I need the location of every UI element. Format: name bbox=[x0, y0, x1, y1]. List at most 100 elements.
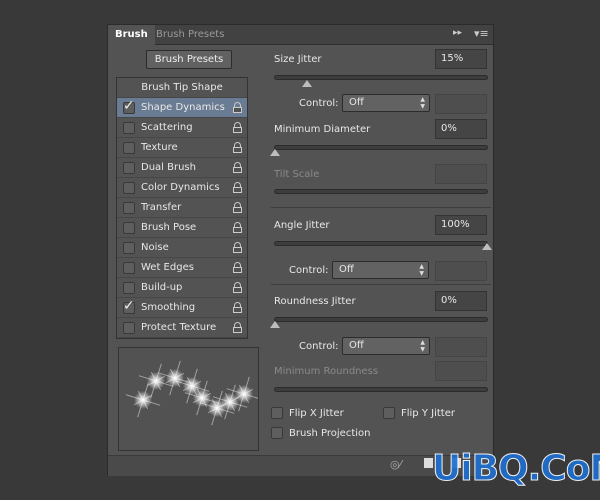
control-label-2: Control: bbox=[289, 265, 329, 276]
tilt-scale-input bbox=[435, 164, 487, 184]
checkbox[interactable] bbox=[123, 122, 135, 134]
list-item[interactable]: Wet Edges bbox=[117, 258, 247, 278]
size-jitter-slider-handle[interactable] bbox=[302, 80, 312, 87]
lock-icon[interactable] bbox=[233, 262, 242, 273]
tab-bar: Brush Brush Presets ▸▸ ▾≡ bbox=[108, 25, 493, 45]
brush-panel: Brush Brush Presets ▸▸ ▾≡ Brush Presets … bbox=[107, 24, 494, 476]
panel-menu-icon[interactable]: ▾≡ bbox=[474, 27, 489, 40]
tilt-scale-slider bbox=[274, 189, 488, 194]
list-item[interactable]: Build-up bbox=[117, 278, 247, 298]
roundness-jitter-input[interactable]: 0% bbox=[435, 291, 487, 311]
list-item-label: Transfer bbox=[141, 202, 182, 213]
control-select-3[interactable]: Off ▲ ▼ bbox=[342, 337, 430, 355]
list-item-label: Build-up bbox=[141, 282, 183, 293]
collapse-icon[interactable]: ▸▸ bbox=[453, 28, 462, 38]
list-item[interactable]: Color Dynamics bbox=[117, 178, 247, 198]
min-diameter-slider-handle[interactable] bbox=[270, 149, 280, 156]
lock-icon[interactable] bbox=[233, 202, 242, 213]
list-item[interactable]: Texture bbox=[117, 138, 247, 158]
roundness-jitter-slider-handle[interactable] bbox=[270, 321, 280, 328]
list-item-label: Protect Texture bbox=[141, 322, 217, 333]
list-item[interactable]: Dual Brush bbox=[117, 158, 247, 178]
min-diameter-slider[interactable] bbox=[274, 145, 488, 150]
list-item[interactable]: Scattering bbox=[117, 118, 247, 138]
roundness-jitter-label: Roundness Jitter bbox=[274, 296, 356, 307]
checkbox[interactable] bbox=[123, 222, 135, 234]
list-item[interactable]: Transfer bbox=[117, 198, 247, 218]
checkbox[interactable] bbox=[123, 262, 135, 274]
angle-jitter-label: Angle Jitter bbox=[274, 220, 330, 231]
checkbox[interactable] bbox=[123, 182, 135, 194]
list-item-label: Noise bbox=[141, 242, 169, 253]
brush-options-list: Brush Tip Shape ✓ Shape Dynamics Scatter… bbox=[116, 77, 248, 339]
size-jitter-input[interactable]: 15% bbox=[435, 49, 487, 69]
list-item-label: Texture bbox=[141, 142, 178, 153]
min-roundness-slider bbox=[274, 387, 488, 392]
checkbox[interactable] bbox=[123, 202, 135, 214]
size-jitter-label: Size Jitter bbox=[274, 54, 322, 65]
tab-brush-presets[interactable]: Brush Presets bbox=[149, 25, 231, 45]
angle-jitter-input[interactable]: 100% bbox=[435, 215, 487, 235]
updown-arrow-icon: ▲ ▼ bbox=[420, 339, 425, 353]
checkbox[interactable] bbox=[123, 242, 135, 254]
checkbox[interactable]: ✓ bbox=[123, 98, 135, 114]
control-select-1[interactable]: Off ▲ ▼ bbox=[342, 94, 430, 112]
lock-icon[interactable] bbox=[233, 102, 242, 113]
checkbox[interactable] bbox=[123, 142, 135, 154]
list-item[interactable]: Brush Pose bbox=[117, 218, 247, 238]
toggle-live-tip-icon[interactable]: ◎⁄ bbox=[390, 458, 401, 471]
list-item-label: Shape Dynamics bbox=[141, 102, 225, 113]
lock-icon[interactable] bbox=[233, 142, 242, 153]
list-item[interactable]: Noise bbox=[117, 238, 247, 258]
lock-icon[interactable] bbox=[233, 302, 242, 313]
flip-x-label: Flip X Jitter bbox=[289, 408, 344, 419]
updown-arrow-icon: ▲ ▼ bbox=[420, 96, 425, 110]
lock-icon[interactable] bbox=[233, 282, 242, 293]
list-item[interactable]: ✓ Smoothing bbox=[117, 298, 247, 318]
list-item[interactable]: ✓ Shape Dynamics bbox=[117, 98, 247, 118]
flip-x-checkbox[interactable] bbox=[271, 407, 283, 419]
flip-y-checkbox[interactable] bbox=[383, 407, 395, 419]
min-roundness-label: Minimum Roundness bbox=[274, 366, 379, 377]
checkbox[interactable] bbox=[123, 162, 135, 174]
min-diameter-label: Minimum Diameter bbox=[274, 124, 371, 135]
brush-tip-shape-item[interactable]: Brush Tip Shape bbox=[117, 78, 247, 98]
list-header-label: Brush Tip Shape bbox=[141, 82, 223, 93]
control-extra-field-3 bbox=[435, 337, 487, 357]
list-item[interactable]: Protect Texture bbox=[117, 318, 247, 338]
tilt-scale-label: Tilt Scale bbox=[274, 169, 320, 180]
control-label-3: Control: bbox=[299, 341, 339, 352]
checkbox[interactable]: ✓ bbox=[123, 298, 135, 314]
lock-icon[interactable] bbox=[233, 122, 242, 133]
list-item-label: Smoothing bbox=[141, 302, 196, 313]
list-item-label: Color Dynamics bbox=[141, 182, 220, 193]
list-item-label: Dual Brush bbox=[141, 162, 196, 173]
control-extra-field-1 bbox=[435, 94, 487, 114]
control-value: Off bbox=[349, 340, 364, 351]
lock-icon[interactable] bbox=[233, 322, 242, 333]
lock-icon[interactable] bbox=[233, 242, 242, 253]
tab-brush[interactable]: Brush bbox=[108, 25, 155, 45]
lock-icon[interactable] bbox=[233, 182, 242, 193]
checkbox[interactable] bbox=[123, 282, 135, 294]
brush-presets-button[interactable]: Brush Presets bbox=[146, 50, 232, 69]
lock-icon[interactable] bbox=[233, 222, 242, 233]
control-value: Off bbox=[339, 264, 354, 275]
checkmark-icon: ✓ bbox=[123, 298, 135, 314]
checkbox[interactable] bbox=[123, 322, 135, 334]
divider bbox=[271, 284, 491, 285]
lock-icon[interactable] bbox=[233, 162, 242, 173]
checkmark-icon: ✓ bbox=[123, 98, 135, 114]
angle-jitter-slider-handle[interactable] bbox=[482, 243, 492, 250]
brush-projection-checkbox[interactable] bbox=[271, 427, 283, 439]
list-item-label: Scattering bbox=[141, 122, 193, 133]
control-select-2[interactable]: Off ▲ ▼ bbox=[332, 261, 429, 279]
angle-jitter-slider[interactable] bbox=[274, 241, 488, 246]
brush-projection-label: Brush Projection bbox=[289, 428, 371, 439]
sparkle-stroke-preview bbox=[125, 360, 262, 426]
min-diameter-input[interactable]: 0% bbox=[435, 119, 487, 139]
min-roundness-input bbox=[435, 361, 487, 381]
control-extra-field-2 bbox=[435, 261, 487, 281]
divider bbox=[271, 207, 491, 208]
roundness-jitter-slider[interactable] bbox=[274, 317, 488, 322]
